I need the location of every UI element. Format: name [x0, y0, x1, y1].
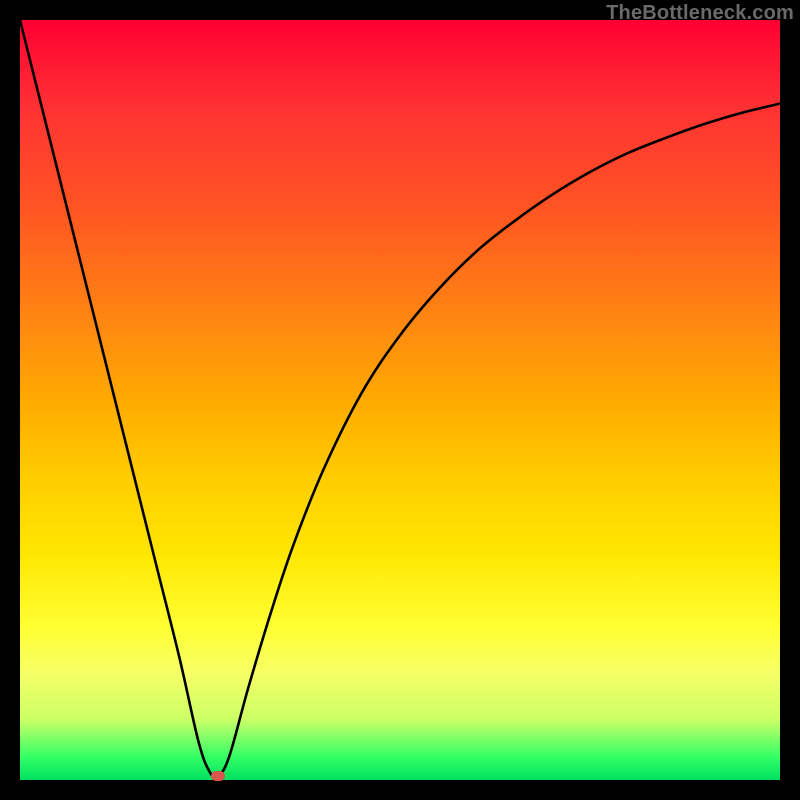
bottleneck-minimum-marker [211, 771, 225, 781]
chart-frame: TheBottleneck.com [0, 0, 800, 800]
plot-area [20, 20, 780, 780]
bottleneck-curve [20, 20, 780, 780]
watermark-text: TheBottleneck.com [606, 2, 794, 25]
